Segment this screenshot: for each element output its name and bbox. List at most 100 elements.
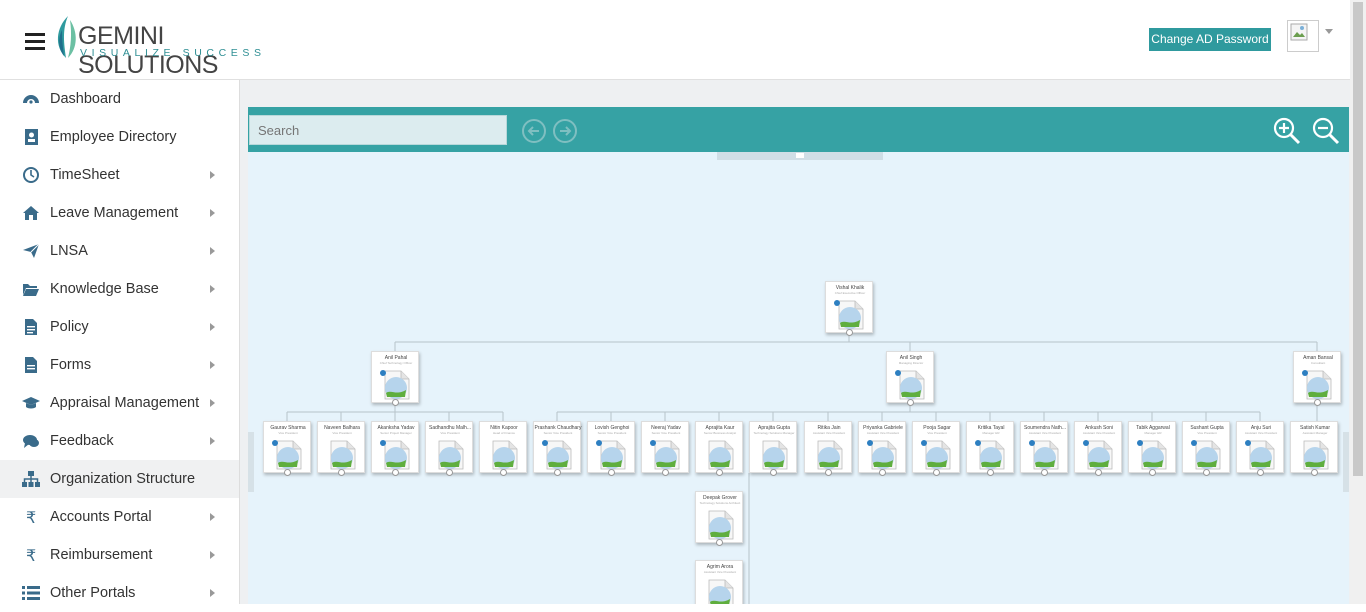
employee-card[interactable]: Anil Pahal Chief Technology Officer bbox=[371, 351, 419, 406]
collapse-node-handle[interactable] bbox=[1311, 469, 1318, 476]
sidebar-item-lnsa[interactable]: LNSA bbox=[0, 232, 239, 270]
expand-node-icon[interactable] bbox=[921, 440, 927, 446]
expand-node-icon[interactable] bbox=[380, 370, 386, 376]
collapse-node-handle[interactable] bbox=[392, 469, 399, 476]
collapse-node-handle[interactable] bbox=[933, 469, 940, 476]
expand-node-icon[interactable] bbox=[1083, 440, 1089, 446]
collapse-node-handle[interactable] bbox=[1041, 469, 1048, 476]
expand-node-icon[interactable] bbox=[834, 300, 840, 306]
company-logo[interactable]: GEMINI SOLUTIONS VISUALIZE SUCCESS bbox=[52, 14, 292, 79]
employee-card[interactable]: Prashank Chaudhary Senior Vice President bbox=[533, 421, 581, 476]
expand-node-icon[interactable] bbox=[650, 440, 656, 446]
employee-card[interactable]: Anil Singh Managing Director bbox=[886, 351, 934, 406]
employee-card[interactable]: Soumendra Nath... Assistant Vice Presiden… bbox=[1020, 421, 1068, 476]
zoom-in-button[interactable] bbox=[1273, 117, 1301, 145]
employee-card[interactable]: Neeraj Yadav Senior Vice President bbox=[641, 421, 689, 476]
page-scrollbar[interactable] bbox=[1350, 0, 1366, 604]
collapse-node-handle[interactable] bbox=[825, 469, 832, 476]
collapse-node-handle[interactable] bbox=[716, 469, 723, 476]
sidebar-item-forms[interactable]: Forms bbox=[0, 346, 239, 384]
sidebar-item-accounts-portal[interactable]: ₹ Accounts Portal bbox=[0, 498, 239, 536]
expand-node-icon[interactable] bbox=[596, 440, 602, 446]
chevron-right-icon bbox=[210, 323, 215, 331]
sidebar-item-timesheet[interactable]: TimeSheet bbox=[0, 156, 239, 194]
zoom-out-button[interactable] bbox=[1312, 117, 1340, 145]
sidebar-item-appraisal-management[interactable]: Appraisal Management bbox=[0, 384, 239, 422]
sidebar-item-reimbursement[interactable]: ₹ Reimbursement bbox=[0, 536, 239, 574]
change-ad-password-button[interactable]: Change AD Password bbox=[1149, 28, 1271, 51]
employee-card[interactable]: Pooja Sagar Vice President bbox=[912, 421, 960, 476]
employee-card[interactable]: Tabik Aggarwal Manager HR bbox=[1128, 421, 1176, 476]
expand-node-icon[interactable] bbox=[1137, 440, 1143, 446]
collapse-node-handle[interactable] bbox=[987, 469, 994, 476]
sidebar-item-organization-structure[interactable]: Organization Structure bbox=[0, 460, 239, 498]
expand-node-icon[interactable] bbox=[542, 440, 548, 446]
hamburger-menu-icon[interactable] bbox=[25, 33, 45, 50]
employee-card[interactable]: Priyanka Gabriele Assistant Vice Presiden… bbox=[858, 421, 906, 476]
user-menu-caret-icon[interactable] bbox=[1325, 29, 1333, 34]
employee-card[interactable]: Deepak Grover Technology Solutions Archit… bbox=[695, 491, 743, 546]
sidebar-item-label: TimeSheet bbox=[50, 167, 120, 183]
employee-card[interactable]: Ankush Soni Assistant Vice President bbox=[1074, 421, 1122, 476]
collapse-node-handle[interactable] bbox=[284, 469, 291, 476]
sidebar-item-knowledge-base[interactable]: Knowledge Base bbox=[0, 270, 239, 308]
expand-node-icon[interactable] bbox=[380, 440, 386, 446]
employee-card[interactable]: Anju Suri Assistant Vice President bbox=[1236, 421, 1284, 476]
search-input[interactable] bbox=[249, 115, 507, 145]
sidebar-item-leave-management[interactable]: Leave Management bbox=[0, 194, 239, 232]
expand-node-icon[interactable] bbox=[895, 370, 901, 376]
employee-role: Assistant Vice President bbox=[866, 431, 900, 435]
org-chart-canvas[interactable]: Vishal Khalik Chief Executive Officer Anil… bbox=[248, 152, 1349, 604]
employee-card[interactable]: Aman Bansal Consultant bbox=[1293, 351, 1341, 406]
expand-node-icon[interactable] bbox=[1302, 370, 1308, 376]
employee-card[interactable]: Ritika Jain Assistant Vice President bbox=[804, 421, 852, 476]
collapse-node-handle[interactable] bbox=[716, 539, 723, 546]
collapse-node-handle[interactable] bbox=[1257, 469, 1264, 476]
collapse-node-handle[interactable] bbox=[608, 469, 615, 476]
collapse-node-handle[interactable] bbox=[554, 469, 561, 476]
expand-node-icon[interactable] bbox=[867, 440, 873, 446]
collapse-node-handle[interactable] bbox=[1314, 399, 1321, 406]
employee-role: Vice President bbox=[927, 431, 947, 435]
employee-card[interactable]: Aprajita Kaur Senior Business Analyst bbox=[695, 421, 743, 476]
sidebar-item-other-portals[interactable]: Other Portals bbox=[0, 574, 239, 612]
collapse-node-handle[interactable] bbox=[907, 399, 914, 406]
employee-card[interactable]: Gaurav Sharma Vice President bbox=[263, 421, 311, 476]
expand-node-icon[interactable] bbox=[1191, 440, 1197, 446]
collapse-node-handle[interactable] bbox=[770, 469, 777, 476]
collapse-node-handle[interactable] bbox=[662, 469, 669, 476]
employee-card[interactable]: Lovish Genghoi Senior Vice President bbox=[587, 421, 635, 476]
collapse-node-handle[interactable] bbox=[338, 469, 345, 476]
collapse-node-handle[interactable] bbox=[1149, 469, 1156, 476]
expand-node-icon[interactable] bbox=[1245, 440, 1251, 446]
employee-card[interactable]: Agrim Arora Assistant Vice President bbox=[695, 560, 743, 604]
next-button[interactable] bbox=[553, 119, 577, 143]
collapse-node-handle[interactable] bbox=[879, 469, 886, 476]
expand-node-icon[interactable] bbox=[1029, 440, 1035, 446]
sidebar-item-feedback[interactable]: Feedback bbox=[0, 422, 239, 460]
expand-node-icon[interactable] bbox=[975, 440, 981, 446]
employee-card[interactable]: Kritika Tayal Manager HR bbox=[966, 421, 1014, 476]
employee-card[interactable]: Naveen Balhara Vice President bbox=[317, 421, 365, 476]
collapse-node-handle[interactable] bbox=[446, 469, 453, 476]
employee-card[interactable]: Satish Kumar Assistant Manager bbox=[1290, 421, 1338, 476]
employee-card[interactable]: Vishal Khalik Chief Executive Officer bbox=[825, 281, 873, 336]
employee-card[interactable]: Sushant Gupta Vice President bbox=[1182, 421, 1230, 476]
user-avatar[interactable] bbox=[1287, 20, 1319, 52]
employee-card[interactable]: Akanksha Yadav Senior Project Manager bbox=[371, 421, 419, 476]
employee-card[interactable]: Sadhandhu Malh... Vice President bbox=[425, 421, 473, 476]
collapse-node-handle[interactable] bbox=[1203, 469, 1210, 476]
previous-button[interactable] bbox=[522, 119, 546, 143]
sidebar-item-dashboard[interactable]: Dashboard bbox=[0, 80, 239, 118]
collapse-node-handle[interactable] bbox=[1095, 469, 1102, 476]
employee-card[interactable]: Aprajita Gupta Technology Solutions Manag… bbox=[749, 421, 797, 476]
collapse-node-handle[interactable] bbox=[392, 399, 399, 406]
collapse-node-handle[interactable] bbox=[500, 469, 507, 476]
scrollbar-thumb[interactable] bbox=[1353, 2, 1363, 476]
expand-node-icon[interactable] bbox=[272, 440, 278, 446]
document-icon bbox=[25, 319, 37, 335]
employee-card[interactable]: Nitin Kapoor Head of Finance bbox=[479, 421, 527, 476]
collapse-node-handle[interactable] bbox=[846, 329, 853, 336]
sidebar-item-policy[interactable]: Policy bbox=[0, 308, 239, 346]
sidebar-item-employee-directory[interactable]: Employee Directory bbox=[0, 118, 239, 156]
